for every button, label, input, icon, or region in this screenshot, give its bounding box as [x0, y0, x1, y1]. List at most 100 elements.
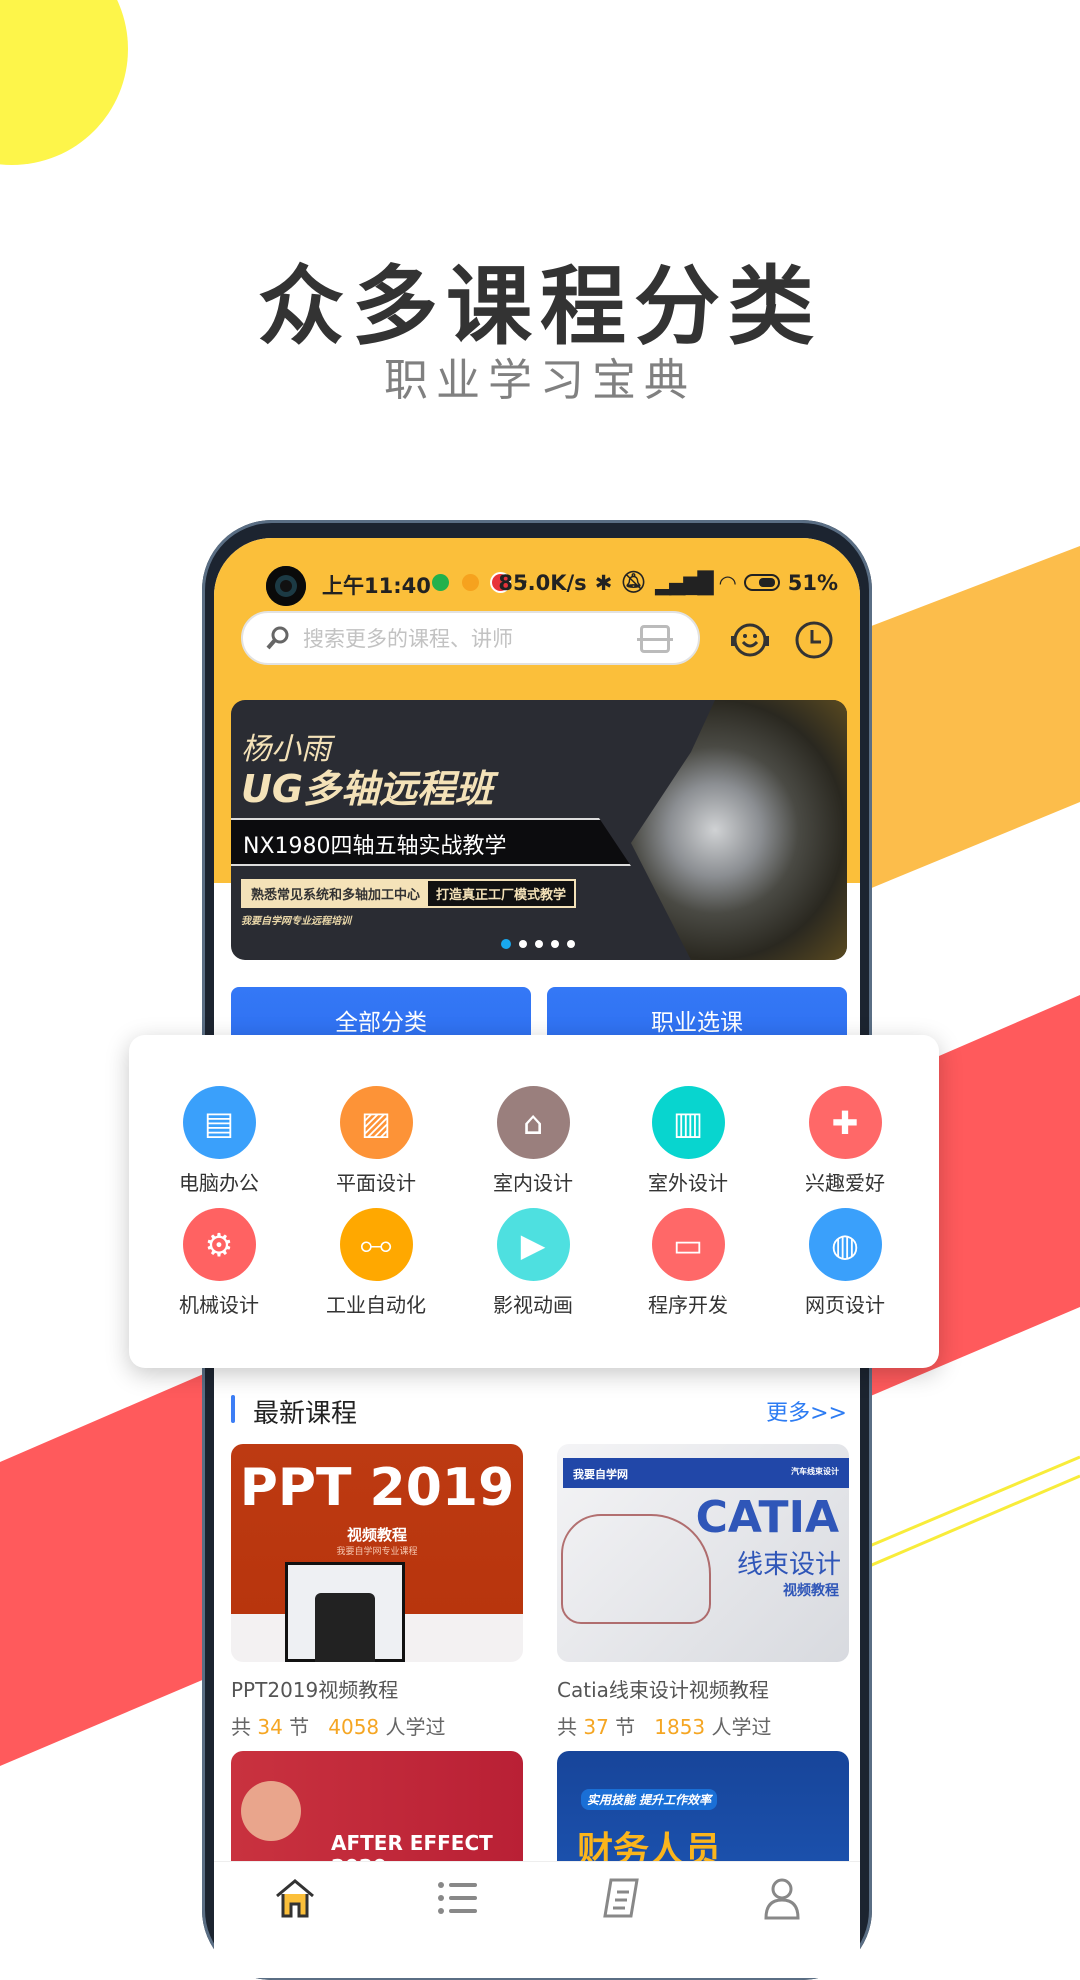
- learner-count: 1853: [654, 1715, 706, 1739]
- category-label: 程序开发: [648, 1293, 728, 1317]
- section-accent-bar: [231, 1395, 235, 1423]
- more-link[interactable]: 更多>>: [766, 1395, 847, 1427]
- carousel-dots[interactable]: [501, 939, 575, 949]
- category-label: 室外设计: [648, 1171, 728, 1195]
- banner-tag: 熟悉常见系统和多轴加工中心: [243, 881, 429, 906]
- category-item[interactable]: ▤ 电脑办公: [144, 1086, 294, 1196]
- category-item[interactable]: ⧟ 工业自动化: [301, 1208, 451, 1318]
- category-label: 室内设计: [493, 1171, 573, 1195]
- status-bar: 上午11:40 · 85.0K/s ✱ 🔕︎ ▂▄▆█ ◠ 51%: [214, 560, 860, 606]
- stat-text: 人学过: [711, 1715, 772, 1739]
- hero-title: 众多课程分类: [258, 257, 822, 357]
- learner-count: 4058: [328, 1715, 380, 1739]
- course-thumbnail: 我要自学网 汽车线束设计 CATIA 线束设计 视频教程: [557, 1444, 849, 1662]
- category-label: 机械设计: [179, 1293, 259, 1317]
- thumb-text: 我要自学网专业课程: [336, 1547, 418, 1557]
- puzzle-icon: ✚: [808, 1086, 882, 1159]
- battery-percent: 51%: [787, 570, 838, 595]
- yellow-line: [859, 1474, 1080, 1572]
- stat-text: 共: [557, 1715, 577, 1739]
- promo-banner[interactable]: 杨小雨 UG多轴远程班 NX1980四轴五轴实战教学 熟悉常见系统和多轴加工中心…: [231, 700, 847, 960]
- mute-bell-icon: 🔕︎: [620, 570, 647, 594]
- notes-icon[interactable]: [599, 1876, 643, 1920]
- network-speed: 85.0K/s: [498, 570, 587, 595]
- category-label: 工业自动化: [326, 1293, 426, 1317]
- course-title: PPT2019视频教程: [231, 1678, 399, 1702]
- list-icon[interactable]: [435, 1876, 479, 1920]
- course-stats: 共 37 节 1853 人学过: [557, 1711, 849, 1740]
- category-item[interactable]: ⌂ 室内设计: [458, 1086, 608, 1196]
- category-label: 网页设计: [805, 1293, 885, 1317]
- stat-text: 共: [231, 1715, 251, 1739]
- app-notification-icon: [432, 574, 449, 591]
- banner-strip: NX1980四轴五轴实战教学: [231, 818, 631, 866]
- category-item[interactable]: ✚ 兴趣爱好: [770, 1086, 920, 1196]
- camera-picture: [285, 1562, 405, 1662]
- search-input[interactable]: 搜索更多的课程、讲师: [241, 611, 700, 665]
- signal-icon: ▂▄▆█: [654, 570, 714, 595]
- carousel-dot[interactable]: [501, 939, 511, 949]
- carousel-dot[interactable]: [551, 940, 559, 948]
- banner-photo: [631, 700, 847, 960]
- hero-subtitle: 职业学习宝典: [384, 355, 696, 406]
- carousel-dot[interactable]: [519, 940, 527, 948]
- video-camera-icon: ▶: [496, 1208, 570, 1281]
- category-item[interactable]: ▶ 影视动画: [458, 1208, 608, 1318]
- search-icon: [266, 626, 289, 650]
- category-item[interactable]: ▭ 程序开发: [613, 1208, 763, 1318]
- film-reel-picture: [241, 1781, 301, 1841]
- category-item[interactable]: ▨ 平面设计: [301, 1086, 451, 1196]
- course-stats: 共 34 节 4058 人学过: [231, 1711, 523, 1740]
- course-thumbnail: PPT 2019 视频教程 我要自学网专业课程: [231, 1444, 523, 1662]
- scan-icon[interactable]: [637, 625, 673, 653]
- thumb-text: 我要自学网: [573, 1468, 628, 1481]
- thumb-text: PPT 2019: [239, 1458, 515, 1518]
- document-clock-icon: ▤: [182, 1086, 256, 1159]
- stat-text: 人学过: [385, 1715, 446, 1739]
- course-title: Catia线束设计视频教程: [557, 1678, 769, 1702]
- carousel-dot[interactable]: [535, 940, 543, 948]
- thumb-brand-bar: 我要自学网 汽车线束设计: [563, 1458, 849, 1488]
- stat-text: 节: [289, 1715, 310, 1739]
- category-item[interactable]: ▥ 室外设计: [613, 1086, 763, 1196]
- customer-service-icon[interactable]: [728, 618, 772, 662]
- lesson-count: 37: [583, 1715, 609, 1739]
- car-picture: [561, 1514, 711, 1624]
- image-icon: ▨: [339, 1086, 413, 1159]
- category-label: 平面设计: [336, 1171, 416, 1195]
- user-icon[interactable]: [760, 1876, 804, 1920]
- lesson-count: 34: [257, 1715, 283, 1739]
- yellow-line: [859, 1455, 1080, 1552]
- code-window-icon: ▭: [651, 1208, 725, 1281]
- home-icon[interactable]: [273, 1876, 317, 1920]
- category-label: 电脑办公: [179, 1171, 259, 1195]
- sliders-icon: ⧟: [339, 1208, 413, 1281]
- thumb-text: 视频教程: [783, 1583, 839, 1599]
- house-icon: ⌂: [496, 1086, 570, 1159]
- thumb-text: 视频教程: [346, 1526, 407, 1544]
- bluetooth-icon: ✱: [594, 570, 613, 595]
- section-title: 最新课程: [253, 1399, 358, 1429]
- banner-strip-text: NX1980四轴五轴实战教学: [243, 834, 507, 859]
- wifi-icon: ◠: [719, 570, 736, 595]
- yellow-circle: [0, 0, 128, 165]
- search-placeholder: 搜索更多的课程、讲师: [303, 627, 513, 651]
- thumb-text: 汽车线束设计: [791, 1467, 839, 1476]
- building-icon: ▥: [651, 1086, 725, 1159]
- thumb-text: 线束设计: [736, 1550, 841, 1580]
- course-card[interactable]: 我要自学网 汽车线束设计 CATIA 线束设计 视频教程 Catia线束设计视频教…: [557, 1444, 849, 1740]
- category-panel: ▤ 电脑办公 ▨ 平面设计 ⌂ 室内设计 ▥ 室外设计 ✚ 兴趣爱好 ⚙ 机械设计 ⧟ 工业自动化 ▶ 影视动…: [129, 1035, 939, 1368]
- carousel-dot[interactable]: [567, 940, 575, 948]
- category-label: 影视动画: [493, 1293, 573, 1317]
- thumb-text: CATIA: [695, 1492, 839, 1543]
- gear-icon: ⚙: [182, 1208, 256, 1281]
- course-card[interactable]: PPT 2019 视频教程 我要自学网专业课程 PPT2019视频教程 共 34…: [231, 1444, 523, 1740]
- category-label: 兴趣爱好: [805, 1171, 885, 1195]
- category-item[interactable]: ◍ 网页设计: [770, 1208, 920, 1318]
- stat-text: 节: [615, 1715, 636, 1739]
- mail-notification-icon: [462, 574, 479, 591]
- banner-footer: 我要自学网专业远程培训: [241, 916, 351, 927]
- history-clock-icon[interactable]: [792, 618, 836, 662]
- category-item[interactable]: ⚙ 机械设计: [144, 1208, 294, 1318]
- latest-courses-header: 最新课程 更多>>: [231, 1388, 847, 1429]
